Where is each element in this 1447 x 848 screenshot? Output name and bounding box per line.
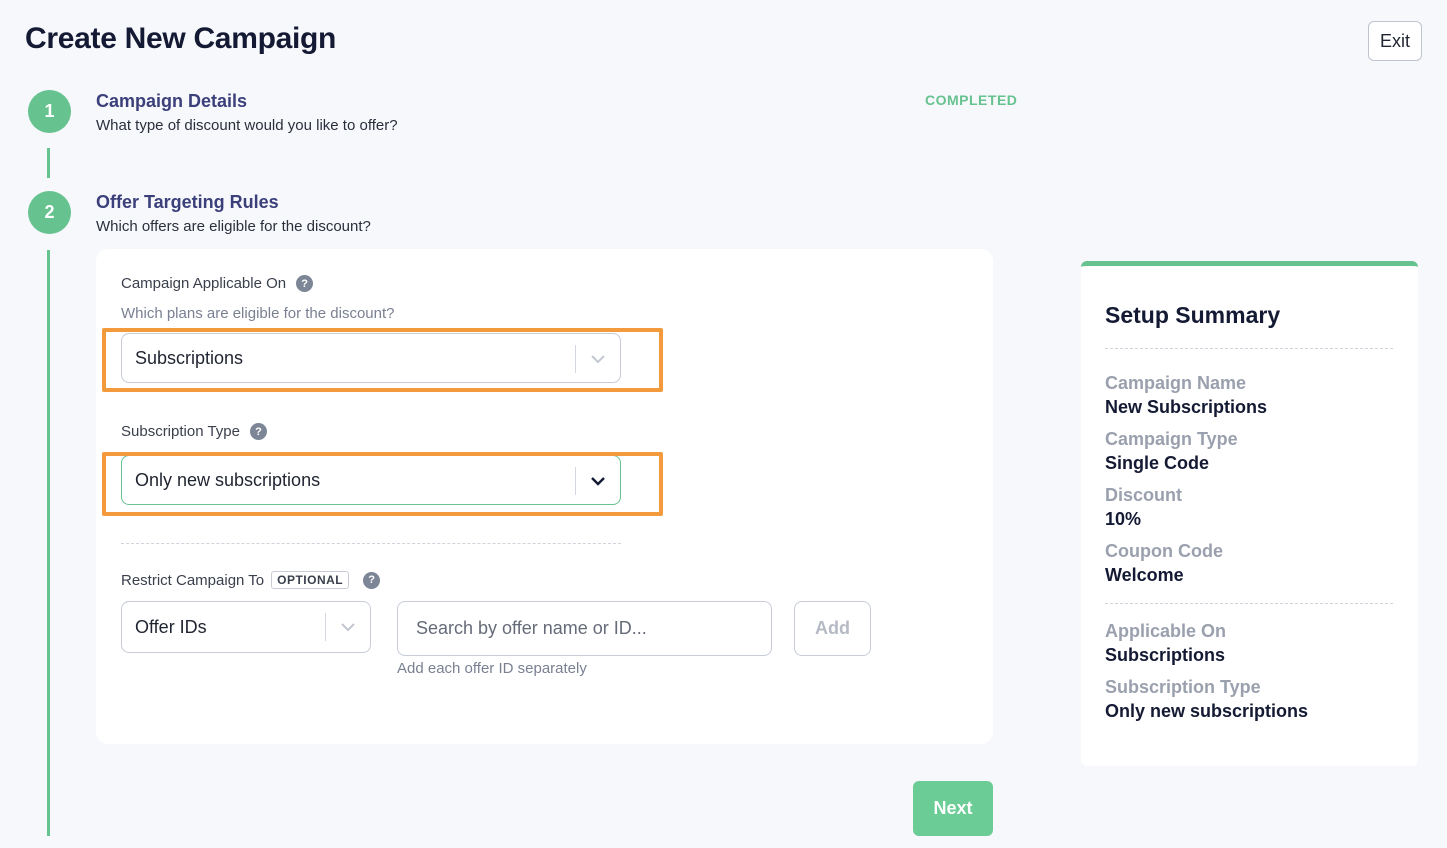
highlight-box-applicable-on <box>102 328 663 392</box>
summary-label-campaign-name: Campaign Name <box>1105 373 1247 393</box>
step-2-indicator: 2 <box>28 191 71 234</box>
step-connector <box>47 148 50 178</box>
summary-label-campaign-type: Campaign Type <box>1105 429 1238 449</box>
summary-title: Setup Summary <box>1105 302 1281 328</box>
summary-value-coupon-code: Welcome <box>1105 565 1184 585</box>
restrict-type-select[interactable]: Offer IDs <box>121 601 371 653</box>
applicable-on-label-text: Campaign Applicable On <box>121 275 287 292</box>
summary-label-applicable-on: Applicable On <box>1105 621 1227 641</box>
optional-badge: OPTIONAL <box>271 571 350 589</box>
summary-value-campaign-type: Single Code <box>1105 453 1210 473</box>
applicable-on-label: Campaign Applicable On ? <box>121 275 314 292</box>
summary-divider <box>1105 348 1393 349</box>
help-icon[interactable]: ? <box>249 423 267 440</box>
step-1-status-badge: COMPLETED <box>925 92 1018 108</box>
subscription-type-label: Subscription Type ? <box>121 423 267 440</box>
summary-value-applicable-on: Subscriptions <box>1105 645 1226 665</box>
step-2-subtitle: Which offers are eligible for the discou… <box>96 218 371 235</box>
highlight-box-subscription-type <box>102 452 663 516</box>
step-1-subtitle: What type of discount would you like to … <box>96 117 398 134</box>
setup-summary-panel: Setup Summary Campaign Name New Subscrip… <box>1081 261 1418 766</box>
step-2-title: Offer Targeting Rules <box>96 192 279 212</box>
summary-label-subscription-type: Subscription Type <box>1105 677 1261 697</box>
help-icon[interactable]: ? <box>296 275 314 292</box>
summary-value-subscription-type: Only new subscriptions <box>1105 701 1309 721</box>
page-title: Create New Campaign <box>25 22 337 55</box>
chevron-down-icon[interactable] <box>337 616 359 638</box>
summary-divider <box>1105 603 1393 604</box>
select-separator <box>325 613 326 641</box>
section-divider <box>121 543 621 544</box>
summary-value-discount: 10% <box>1105 509 1142 529</box>
step-1-title[interactable]: Campaign Details <box>96 91 247 112</box>
subscription-type-label-text: Subscription Type <box>121 423 240 440</box>
offer-search-input[interactable] <box>397 601 772 656</box>
help-icon[interactable]: ? <box>363 571 381 589</box>
summary-label-coupon-code: Coupon Code <box>1105 541 1223 561</box>
summary-value-campaign-name: New Subscriptions <box>1105 397 1268 417</box>
exit-button[interactable]: Exit <box>1368 21 1422 61</box>
next-button[interactable]: Next <box>913 781 993 836</box>
applicable-on-hint: Which plans are eligible for the discoun… <box>121 305 395 322</box>
restrict-campaign-label: Restrict Campaign To OPTIONAL ? <box>121 571 381 589</box>
summary-label-discount: Discount <box>1105 485 1183 505</box>
step-1-indicator: 1 <box>28 90 71 133</box>
restrict-campaign-label-text: Restrict Campaign To <box>121 571 265 589</box>
step-2-progress-line <box>47 250 50 836</box>
add-offer-button[interactable]: Add <box>794 601 871 656</box>
restrict-type-value: Offer IDs <box>135 616 207 637</box>
offer-id-hint: Add each offer ID separately <box>397 660 587 677</box>
